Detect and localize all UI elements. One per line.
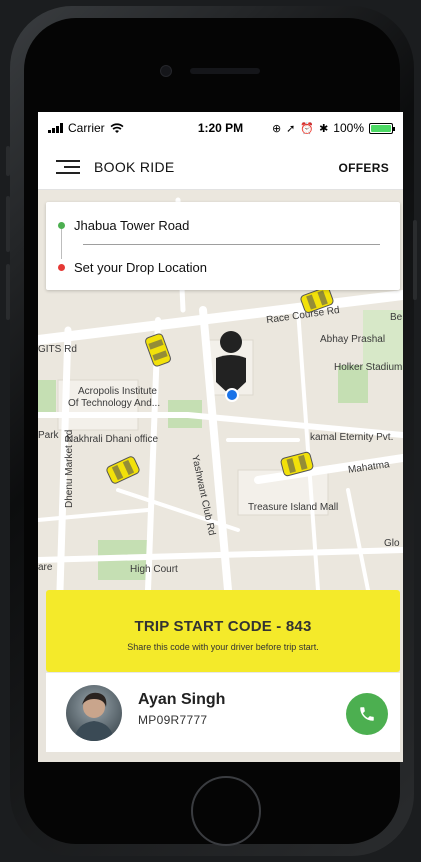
battery-icon xyxy=(369,122,395,134)
map-label-acropolis-2: Of Technology And... xyxy=(68,398,161,409)
map-label-are: are xyxy=(38,562,53,573)
location-divider xyxy=(83,244,380,245)
vehicle-plate: MP09R7777 xyxy=(138,713,208,727)
map-label-gits: GITS Rd xyxy=(38,344,77,355)
app-header: BOOK RIDE OFFERS xyxy=(38,144,403,190)
location-card: Jhabua Tower Road Set your Drop Location xyxy=(46,202,400,290)
map-label-be: Be xyxy=(390,312,403,323)
driver-name: Ayan Singh xyxy=(138,691,226,708)
orientation-lock-icon: ⊕ xyxy=(271,122,282,135)
front-camera xyxy=(160,65,172,77)
app-screen: Carrier 1:20 PM ⊕ ➚ ⏰ ✱ 100% BOOK RIDE O… xyxy=(38,112,403,762)
pickup-text: Jhabua Tower Road xyxy=(74,217,190,233)
trip-code-instructions: Share this code with your driver before … xyxy=(127,642,319,652)
map-label-treasure: Treasure Island Mall xyxy=(248,502,339,513)
map-label-park: Park xyxy=(38,430,59,441)
drop-text: Set your Drop Location xyxy=(74,259,207,275)
map-label-acropolis-1: Acropolis Institute xyxy=(78,386,157,397)
phone-icon xyxy=(360,707,374,721)
battery-percent: 100% xyxy=(333,121,364,135)
map-label-holker: Holker Stadium xyxy=(334,362,403,373)
driver-avatar xyxy=(66,685,122,741)
map-label-high-court: High Court xyxy=(130,564,178,575)
pickup-location[interactable]: Jhabua Tower Road xyxy=(46,206,400,244)
home-button[interactable] xyxy=(191,776,261,846)
power-button xyxy=(413,220,417,300)
map-label-dhenu: Dhenu Market Rd xyxy=(64,429,75,508)
bluetooth-icon: ✱ xyxy=(319,122,329,135)
status-right: ⊕ ➚ ⏰ ✱ 100% xyxy=(271,121,395,135)
map-label-kamal: kamal Eternity Pvt. xyxy=(310,432,394,443)
hamburger-icon[interactable] xyxy=(56,160,80,174)
earpiece-speaker xyxy=(190,68,260,74)
volume-down-button xyxy=(6,264,10,320)
offers-button[interactable]: OFFERS xyxy=(339,161,389,175)
trip-code-card: TRIP START CODE - 843 Share this code wi… xyxy=(46,590,400,672)
alarm-icon: ⏰ xyxy=(300,122,315,135)
call-driver-button[interactable] xyxy=(346,693,388,735)
location-arrow-icon: ➚ xyxy=(286,122,296,135)
drop-dot-icon xyxy=(58,263,65,271)
pickup-dot-icon xyxy=(58,221,65,229)
status-bar: Carrier 1:20 PM ⊕ ➚ ⏰ ✱ 100% xyxy=(38,112,403,144)
drop-location-input[interactable]: Set your Drop Location xyxy=(46,248,400,286)
map-label-glo: Glo xyxy=(384,538,400,549)
driver-card: Ayan Singh MP09R7777 xyxy=(46,672,400,752)
trip-start-code: TRIP START CODE - 843 xyxy=(134,618,312,635)
page-title: BOOK RIDE xyxy=(94,159,175,175)
volume-up-button xyxy=(6,196,10,252)
mute-switch xyxy=(6,146,10,176)
battery-level xyxy=(371,124,391,132)
map-label-abhay: Abhay Prashal xyxy=(320,334,386,345)
map-label-nakhrali: Nakhrali Dhani office xyxy=(66,434,159,445)
